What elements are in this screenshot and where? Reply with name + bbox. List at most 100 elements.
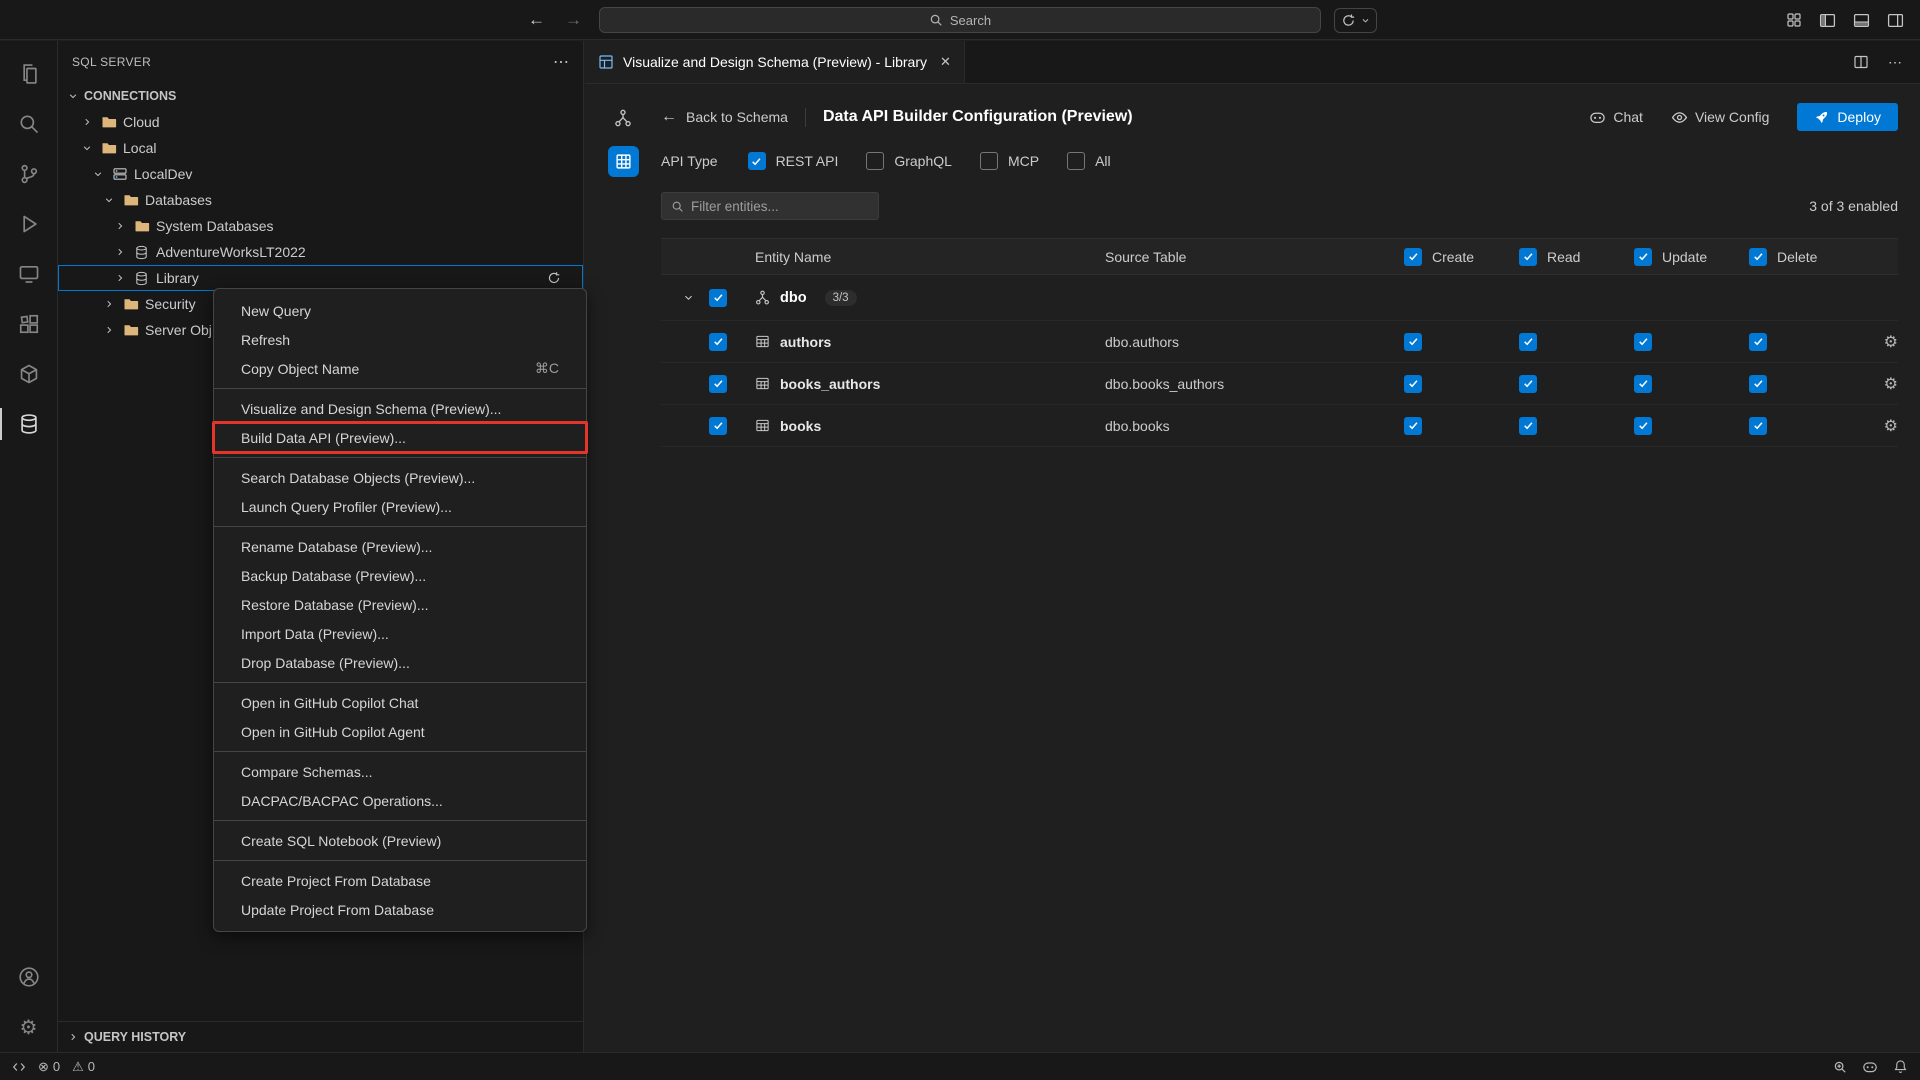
menu-item-launch-query-profiler[interactable]: Launch Query Profiler (Preview)... bbox=[214, 492, 586, 521]
chevron-down-icon bbox=[66, 89, 80, 103]
checkbox[interactable] bbox=[709, 417, 727, 435]
errors-indicator[interactable]: ⊗ 0 bbox=[38, 1059, 60, 1075]
menu-item-backup-database[interactable]: Backup Database (Preview)... bbox=[214, 561, 586, 590]
tree-item-adventureworks[interactable]: AdventureWorksLT2022 bbox=[58, 239, 583, 265]
checkbox[interactable] bbox=[1519, 417, 1537, 435]
checkbox[interactable] bbox=[709, 375, 727, 393]
checkbox[interactable] bbox=[1749, 333, 1767, 351]
entity-settings-gear-icon[interactable]: ⚙ bbox=[1884, 374, 1898, 394]
checkbox[interactable] bbox=[866, 152, 884, 170]
menu-item-rename-database[interactable]: Rename Database (Preview)... bbox=[214, 532, 586, 561]
query-history-section-header[interactable]: QUERY HISTORY bbox=[58, 1021, 583, 1052]
filter-entities-input[interactable] bbox=[691, 199, 869, 214]
schema-diagram-view-button[interactable] bbox=[608, 102, 639, 133]
api-option-all[interactable]: All bbox=[1067, 152, 1111, 170]
menu-item-restore-database[interactable]: Restore Database (Preview)... bbox=[214, 590, 586, 619]
checkbox[interactable] bbox=[1404, 417, 1422, 435]
refresh-icon[interactable] bbox=[547, 271, 561, 285]
deploy-button[interactable]: Deploy bbox=[1797, 103, 1898, 131]
api-option-mcp[interactable]: MCP bbox=[980, 152, 1039, 170]
menu-item-open-copilot-agent[interactable]: Open in GitHub Copilot Agent bbox=[214, 717, 586, 746]
connections-section-header[interactable]: CONNECTIONS bbox=[58, 83, 583, 109]
warnings-indicator[interactable]: ⚠ 0 bbox=[72, 1059, 95, 1075]
account-icon[interactable] bbox=[0, 952, 58, 1002]
checkbox[interactable] bbox=[1749, 248, 1767, 266]
editor-more-actions-icon[interactable]: ⋯ bbox=[1888, 54, 1902, 71]
tree-item-cloud[interactable]: Cloud bbox=[58, 109, 583, 135]
notifications-bell-icon[interactable] bbox=[1893, 1059, 1908, 1074]
menu-item-new-query[interactable]: New Query bbox=[214, 296, 586, 325]
checkbox[interactable] bbox=[1519, 333, 1537, 351]
menu-item-copy-object-name[interactable]: Copy Object Name⌘C bbox=[214, 354, 586, 383]
explorer-icon[interactable] bbox=[0, 49, 58, 99]
entity-settings-gear-icon[interactable]: ⚙ bbox=[1884, 332, 1898, 352]
checkbox[interactable] bbox=[748, 152, 766, 170]
menu-item-create-project-from-database[interactable]: Create Project From Database bbox=[214, 866, 586, 895]
menu-item-update-project-from-database[interactable]: Update Project From Database bbox=[214, 895, 586, 924]
zoom-icon[interactable] bbox=[1833, 1060, 1847, 1074]
remote-explorer-icon[interactable] bbox=[0, 249, 58, 299]
sql-server-icon[interactable] bbox=[0, 399, 58, 449]
toggle-panel-icon[interactable] bbox=[1853, 12, 1870, 29]
checkbox[interactable] bbox=[1519, 375, 1537, 393]
menu-item-create-sql-notebook[interactable]: Create SQL Notebook (Preview) bbox=[214, 826, 586, 855]
tree-item-local[interactable]: Local bbox=[58, 135, 583, 161]
menu-item-visualize-design-schema[interactable]: Visualize and Design Schema (Preview)... bbox=[214, 394, 586, 423]
tree-item-system-databases[interactable]: System Databases bbox=[58, 213, 583, 239]
toggle-secondary-sidebar-icon[interactable] bbox=[1887, 12, 1904, 29]
checkbox[interactable] bbox=[1634, 375, 1652, 393]
back-to-schema-button[interactable]: ← Back to Schema bbox=[661, 108, 788, 126]
run-debug-icon[interactable] bbox=[0, 199, 58, 249]
api-option-graphql[interactable]: GraphQL bbox=[866, 152, 952, 170]
customize-layout-icon[interactable] bbox=[1786, 12, 1802, 28]
checkbox[interactable] bbox=[980, 152, 998, 170]
split-editor-icon[interactable] bbox=[1853, 54, 1869, 70]
sidebar-more-actions-icon[interactable]: ⋯ bbox=[553, 52, 569, 72]
checkbox[interactable] bbox=[1634, 333, 1652, 351]
menu-item-compare-schemas[interactable]: Compare Schemas... bbox=[214, 757, 586, 786]
data-api-builder-view-button[interactable] bbox=[608, 146, 639, 177]
checkbox[interactable] bbox=[1404, 375, 1422, 393]
nav-forward-icon[interactable]: → bbox=[565, 10, 582, 30]
menu-item-drop-database[interactable]: Drop Database (Preview)... bbox=[214, 648, 586, 677]
checkbox[interactable] bbox=[1404, 333, 1422, 351]
menu-item-import-data[interactable]: Import Data (Preview)... bbox=[214, 619, 586, 648]
checkbox[interactable] bbox=[1749, 375, 1767, 393]
chevron-right-icon bbox=[113, 271, 127, 285]
chat-button[interactable]: Chat bbox=[1589, 109, 1643, 126]
menu-item-search-database-objects[interactable]: Search Database Objects (Preview)... bbox=[214, 463, 586, 492]
search-icon bbox=[671, 200, 684, 213]
copilot-status-icon[interactable] bbox=[1862, 1059, 1878, 1075]
chevron-right-icon bbox=[102, 297, 116, 311]
checkbox[interactable] bbox=[1749, 417, 1767, 435]
menu-item-dacpac-bacpac[interactable]: DACPAC/BACPAC Operations... bbox=[214, 786, 586, 815]
api-option-rest[interactable]: REST API bbox=[748, 152, 839, 170]
search-command-center[interactable]: Search bbox=[599, 7, 1321, 33]
entity-settings-gear-icon[interactable]: ⚙ bbox=[1884, 416, 1898, 436]
view-config-button[interactable]: View Config bbox=[1671, 109, 1769, 126]
source-control-icon[interactable] bbox=[0, 149, 58, 199]
tree-item-localdev[interactable]: LocalDev bbox=[58, 161, 583, 187]
menu-item-refresh[interactable]: Refresh bbox=[214, 325, 586, 354]
checkbox[interactable] bbox=[1519, 248, 1537, 266]
checkbox[interactable] bbox=[1067, 152, 1085, 170]
settings-gear-icon[interactable]: ⚙ bbox=[0, 1002, 58, 1052]
checkbox[interactable] bbox=[709, 333, 727, 351]
checkbox[interactable] bbox=[1404, 248, 1422, 266]
container-cube-icon[interactable] bbox=[0, 349, 58, 399]
copilot-menu-button[interactable] bbox=[1334, 8, 1377, 33]
tab-visualize-design-schema[interactable]: Visualize and Design Schema (Preview) - … bbox=[585, 41, 965, 83]
tree-item-databases[interactable]: Databases bbox=[58, 187, 583, 213]
extensions-icon[interactable] bbox=[0, 299, 58, 349]
nav-back-icon[interactable]: ← bbox=[528, 10, 545, 30]
checkbox[interactable] bbox=[1634, 248, 1652, 266]
checkbox[interactable] bbox=[1634, 417, 1652, 435]
close-icon[interactable]: ✕ bbox=[940, 54, 951, 70]
checkbox[interactable] bbox=[709, 289, 727, 307]
chevron-down-icon[interactable] bbox=[681, 291, 695, 305]
menu-item-build-data-api[interactable]: Build Data API (Preview)... bbox=[214, 423, 586, 452]
menu-item-open-copilot-chat[interactable]: Open in GitHub Copilot Chat bbox=[214, 688, 586, 717]
toggle-primary-sidebar-icon[interactable] bbox=[1819, 12, 1836, 29]
search-activity-icon[interactable] bbox=[0, 99, 58, 149]
remote-indicator-icon[interactable] bbox=[12, 1060, 26, 1074]
